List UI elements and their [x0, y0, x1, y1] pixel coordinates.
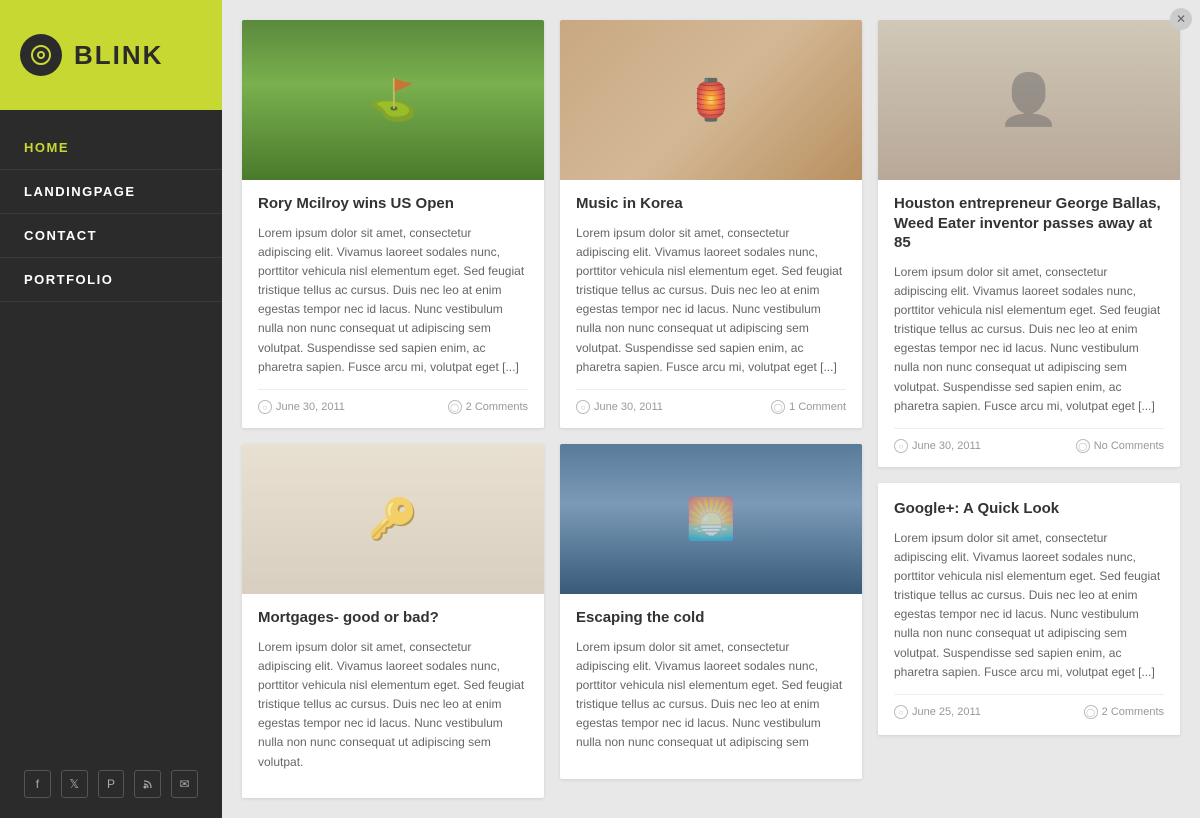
post-korea-comments: ◯ 1 Comment [771, 400, 846, 414]
twitter-icon[interactable]: 𝕏 [61, 770, 88, 798]
col-3: Houston entrepreneur George Ballas, Weed… [878, 20, 1180, 798]
post-george-excerpt: Lorem ipsum dolor sit amet, consectetur … [894, 263, 1164, 417]
post-mortgage-body: Mortgages- good or bad? Lorem ipsum dolo… [242, 594, 544, 798]
clock-icon-2: ○ [576, 400, 590, 414]
sidebar: BLINK HOME LANDINGPAGE CONTACT PORTFOLIO… [0, 0, 222, 818]
facebook-icon[interactable]: f [24, 770, 51, 798]
post-korea-excerpt: Lorem ipsum dolor sit amet, consectetur … [576, 224, 846, 378]
post-korea: Music in Korea Lorem ipsum dolor sit ame… [560, 20, 862, 428]
close-button[interactable]: ✕ [1170, 8, 1192, 30]
post-google-title[interactable]: Google+: A Quick Look [894, 499, 1164, 519]
post-korea-title[interactable]: Music in Korea [576, 194, 846, 214]
nav-portfolio[interactable]: PORTFOLIO [0, 262, 222, 297]
logo-area: BLINK [0, 0, 222, 110]
post-golf-comments: ◯ 2 Comments [448, 400, 528, 414]
clock-icon-4: ○ [894, 705, 908, 719]
post-george-meta: ○ June 30, 2011 ◯ No Comments [894, 428, 1164, 453]
post-mortgage-image [242, 444, 544, 594]
post-cold-title[interactable]: Escaping the cold [576, 608, 846, 628]
pinterest-icon[interactable]: P [98, 770, 125, 798]
post-mortgage-excerpt: Lorem ipsum dolor sit amet, consectetur … [258, 638, 528, 772]
post-korea-body: Music in Korea Lorem ipsum dolor sit ame… [560, 180, 862, 428]
post-korea-image [560, 20, 862, 180]
email-icon[interactable]: ✉ [171, 770, 198, 798]
post-google-body: Google+: A Quick Look Lorem ipsum dolor … [878, 483, 1180, 735]
post-golf-date: ○ June 30, 2011 [258, 400, 345, 414]
nav-area: HOME LANDINGPAGE CONTACT PORTFOLIO [0, 110, 222, 750]
logo-icon [20, 34, 62, 76]
logo-title: BLINK [74, 40, 163, 71]
posts-grid: Rory Mcilroy wins US Open Lorem ipsum do… [242, 20, 1180, 798]
post-george-image [878, 20, 1180, 180]
post-golf-image [242, 20, 544, 180]
post-george-date: ○ June 30, 2011 [894, 439, 981, 453]
post-google: Google+: A Quick Look Lorem ipsum dolor … [878, 483, 1180, 735]
nav-landingpage[interactable]: LANDINGPAGE [0, 174, 222, 209]
comment-icon-4: ◯ [1084, 705, 1098, 719]
nav-home[interactable]: HOME [0, 130, 222, 165]
col-2: Music in Korea Lorem ipsum dolor sit ame… [560, 20, 862, 798]
post-george: Houston entrepreneur George Ballas, Weed… [878, 20, 1180, 467]
post-korea-date: ○ June 30, 2011 [576, 400, 663, 414]
post-golf: Rory Mcilroy wins US Open Lorem ipsum do… [242, 20, 544, 428]
post-google-excerpt: Lorem ipsum dolor sit amet, consectetur … [894, 529, 1164, 683]
post-golf-excerpt: Lorem ipsum dolor sit amet, consectetur … [258, 224, 528, 378]
post-george-body: Houston entrepreneur George Ballas, Weed… [878, 180, 1180, 467]
clock-icon: ○ [258, 400, 272, 414]
comment-icon-3: ◯ [1076, 439, 1090, 453]
post-google-meta: ○ June 25, 2011 ◯ 2 Comments [894, 694, 1164, 719]
post-mortgage-title[interactable]: Mortgages- good or bad? [258, 608, 528, 628]
post-golf-meta: ○ June 30, 2011 ◯ 2 Comments [258, 389, 528, 414]
nav-divider-1 [0, 169, 222, 170]
post-cold-body: Escaping the cold Lorem ipsum dolor sit … [560, 594, 862, 779]
post-cold-image [560, 444, 862, 594]
clock-icon-3: ○ [894, 439, 908, 453]
post-google-comments: ◯ 2 Comments [1084, 705, 1164, 719]
comment-icon: ◯ [448, 400, 462, 414]
nav-contact[interactable]: CONTACT [0, 218, 222, 253]
post-korea-meta: ○ June 30, 2011 ◯ 1 Comment [576, 389, 846, 414]
post-cold: Escaping the cold Lorem ipsum dolor sit … [560, 444, 862, 779]
post-george-comments: ◯ No Comments [1076, 439, 1164, 453]
nav-divider-2 [0, 213, 222, 214]
post-golf-body: Rory Mcilroy wins US Open Lorem ipsum do… [242, 180, 544, 428]
social-area: f 𝕏 P ✉ [0, 750, 222, 818]
post-george-title[interactable]: Houston entrepreneur George Ballas, Weed… [894, 194, 1164, 253]
post-cold-excerpt: Lorem ipsum dolor sit amet, consectetur … [576, 638, 846, 753]
comment-icon-2: ◯ [771, 400, 785, 414]
col-1: Rory Mcilroy wins US Open Lorem ipsum do… [242, 20, 544, 798]
nav-divider-3 [0, 257, 222, 258]
post-golf-title[interactable]: Rory Mcilroy wins US Open [258, 194, 528, 214]
rss-icon[interactable] [134, 770, 161, 798]
post-google-date: ○ June 25, 2011 [894, 705, 981, 719]
main-content: Rory Mcilroy wins US Open Lorem ipsum do… [222, 0, 1200, 818]
post-mortgage: Mortgages- good or bad? Lorem ipsum dolo… [242, 444, 544, 798]
nav-divider-4 [0, 301, 222, 302]
